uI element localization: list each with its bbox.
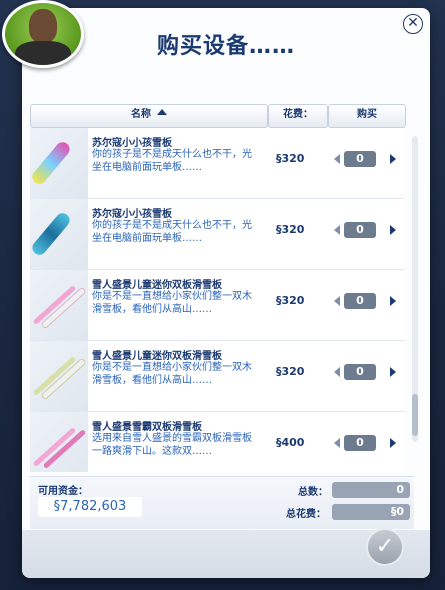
list-item[interactable]: 雪人盛景儿童迷你双板滑雪板 你是不是一直想给小家伙们整一双木滑雪板，看他们从高山… bbox=[30, 341, 404, 412]
list-item[interactable]: 苏尔寇小小孩雪板 你的孩子是不是成天什么也不干，光坐在电脑前面玩单板…… §32… bbox=[30, 199, 404, 270]
item-thumbnail bbox=[30, 199, 88, 269]
quantity-stepper: 0 bbox=[334, 222, 396, 240]
list-item[interactable]: 雪人盛景儿童迷你双板滑雪板 你是不是一直想给小家伙们整一双木滑雪板，看他们从高山… bbox=[30, 270, 404, 341]
item-name: 雪人盛景雪霸双板滑雪板 bbox=[92, 422, 202, 433]
quantity-stepper: 0 bbox=[334, 364, 396, 382]
item-description: 你是不是一直想给小家伙们整一双木滑雪板，看他们从高山…… bbox=[92, 362, 252, 386]
item-price: §320 bbox=[276, 294, 305, 307]
item-description: 选用来自雪人盛景的雪霸双板滑雪板一路爽滑下山。这款双…… bbox=[92, 433, 252, 457]
item-description: 你的孩子是不是成天什么也不干，光坐在电脑前面玩单板…… bbox=[92, 149, 252, 173]
decrease-arrow-icon[interactable] bbox=[334, 367, 340, 377]
total-count-label: 总数： bbox=[298, 487, 328, 498]
increase-arrow-icon[interactable] bbox=[390, 367, 396, 377]
list-item[interactable]: 雪人盛景雪霸双板滑雪板 选用来自雪人盛景的雪霸双板滑雪板一路爽滑下山。这款双……… bbox=[30, 412, 404, 472]
decrease-arrow-icon[interactable] bbox=[334, 225, 340, 235]
quantity-value: 0 bbox=[344, 435, 376, 451]
column-header-cost[interactable]: 花费： bbox=[268, 104, 328, 128]
item-thumbnail bbox=[30, 412, 88, 472]
increase-arrow-icon[interactable] bbox=[390, 296, 396, 306]
column-header-buy: 购买 bbox=[328, 104, 406, 128]
item-name: 雪人盛景儿童迷你双板滑雪板 bbox=[92, 280, 222, 291]
list-scrollbar[interactable] bbox=[412, 136, 418, 442]
item-thumbnail bbox=[30, 270, 88, 340]
snowboard-icon bbox=[30, 210, 73, 258]
quantity-value: 0 bbox=[344, 222, 376, 238]
item-name: 雪人盛景儿童迷你双板滑雪板 bbox=[92, 351, 222, 362]
snowboard-icon bbox=[30, 139, 73, 187]
purchase-dialog: 购买设备…… 名称 花费： 购买 苏尔寇小小孩雪板 你的孩子是不是成天什么也不干… bbox=[22, 8, 430, 578]
avatar-body bbox=[15, 41, 71, 65]
item-description: 你是不是一直想给小家伙们整一双木滑雪板，看他们从高山…… bbox=[92, 291, 252, 315]
summary-footer: 可用资金： §7,782,603 总数： 0 总花费： §0 bbox=[30, 476, 414, 529]
quantity-stepper: 0 bbox=[334, 293, 396, 311]
sort-ascending-icon bbox=[157, 109, 167, 115]
item-price: §320 bbox=[276, 152, 305, 165]
funds-label: 可用资金： bbox=[38, 486, 88, 497]
increase-arrow-icon[interactable] bbox=[390, 154, 396, 164]
column-header-name[interactable]: 名称 bbox=[30, 104, 268, 128]
item-list[interactable]: 苏尔寇小小孩雪板 你的孩子是不是成天什么也不干，光坐在电脑前面玩单板…… §32… bbox=[30, 128, 410, 472]
decrease-arrow-icon[interactable] bbox=[334, 154, 340, 164]
item-name: 苏尔寇小小孩雪板 bbox=[92, 209, 172, 220]
item-price: §320 bbox=[276, 365, 305, 378]
item-thumbnail bbox=[30, 128, 88, 198]
quantity-value: 0 bbox=[344, 364, 376, 380]
list-item[interactable]: 苏尔寇小小孩雪板 你的孩子是不是成天什么也不干，光坐在电脑前面玩单板…… §32… bbox=[30, 128, 404, 199]
item-name: 苏尔寇小小孩雪板 bbox=[92, 138, 172, 149]
increase-arrow-icon[interactable] bbox=[390, 438, 396, 448]
close-icon[interactable]: ✕ bbox=[403, 14, 423, 34]
quantity-stepper: 0 bbox=[334, 435, 396, 453]
item-price: §320 bbox=[276, 223, 305, 236]
column-header-name-label: 名称 bbox=[131, 109, 151, 120]
total-cost-value: §0 bbox=[332, 504, 410, 520]
item-price: §400 bbox=[276, 436, 305, 449]
total-cost-label: 总花费： bbox=[286, 509, 326, 520]
decrease-arrow-icon[interactable] bbox=[334, 296, 340, 306]
table-header: 名称 花费： 购买 bbox=[30, 104, 406, 128]
funds-value: §7,782,603 bbox=[38, 497, 142, 517]
avatar-head bbox=[29, 9, 57, 43]
increase-arrow-icon[interactable] bbox=[390, 225, 396, 235]
total-count-value: 0 bbox=[332, 482, 410, 498]
item-description: 你的孩子是不是成天什么也不干，光坐在电脑前面玩单板…… bbox=[92, 220, 252, 244]
checkmark-icon[interactable]: ✓ bbox=[366, 528, 404, 566]
decrease-arrow-icon[interactable] bbox=[334, 438, 340, 448]
scrollbar-thumb[interactable] bbox=[412, 394, 418, 436]
quantity-value: 0 bbox=[344, 151, 376, 167]
avatar bbox=[2, 0, 84, 68]
quantity-value: 0 bbox=[344, 293, 376, 309]
item-thumbnail bbox=[30, 341, 88, 411]
quantity-stepper: 0 bbox=[334, 151, 396, 169]
